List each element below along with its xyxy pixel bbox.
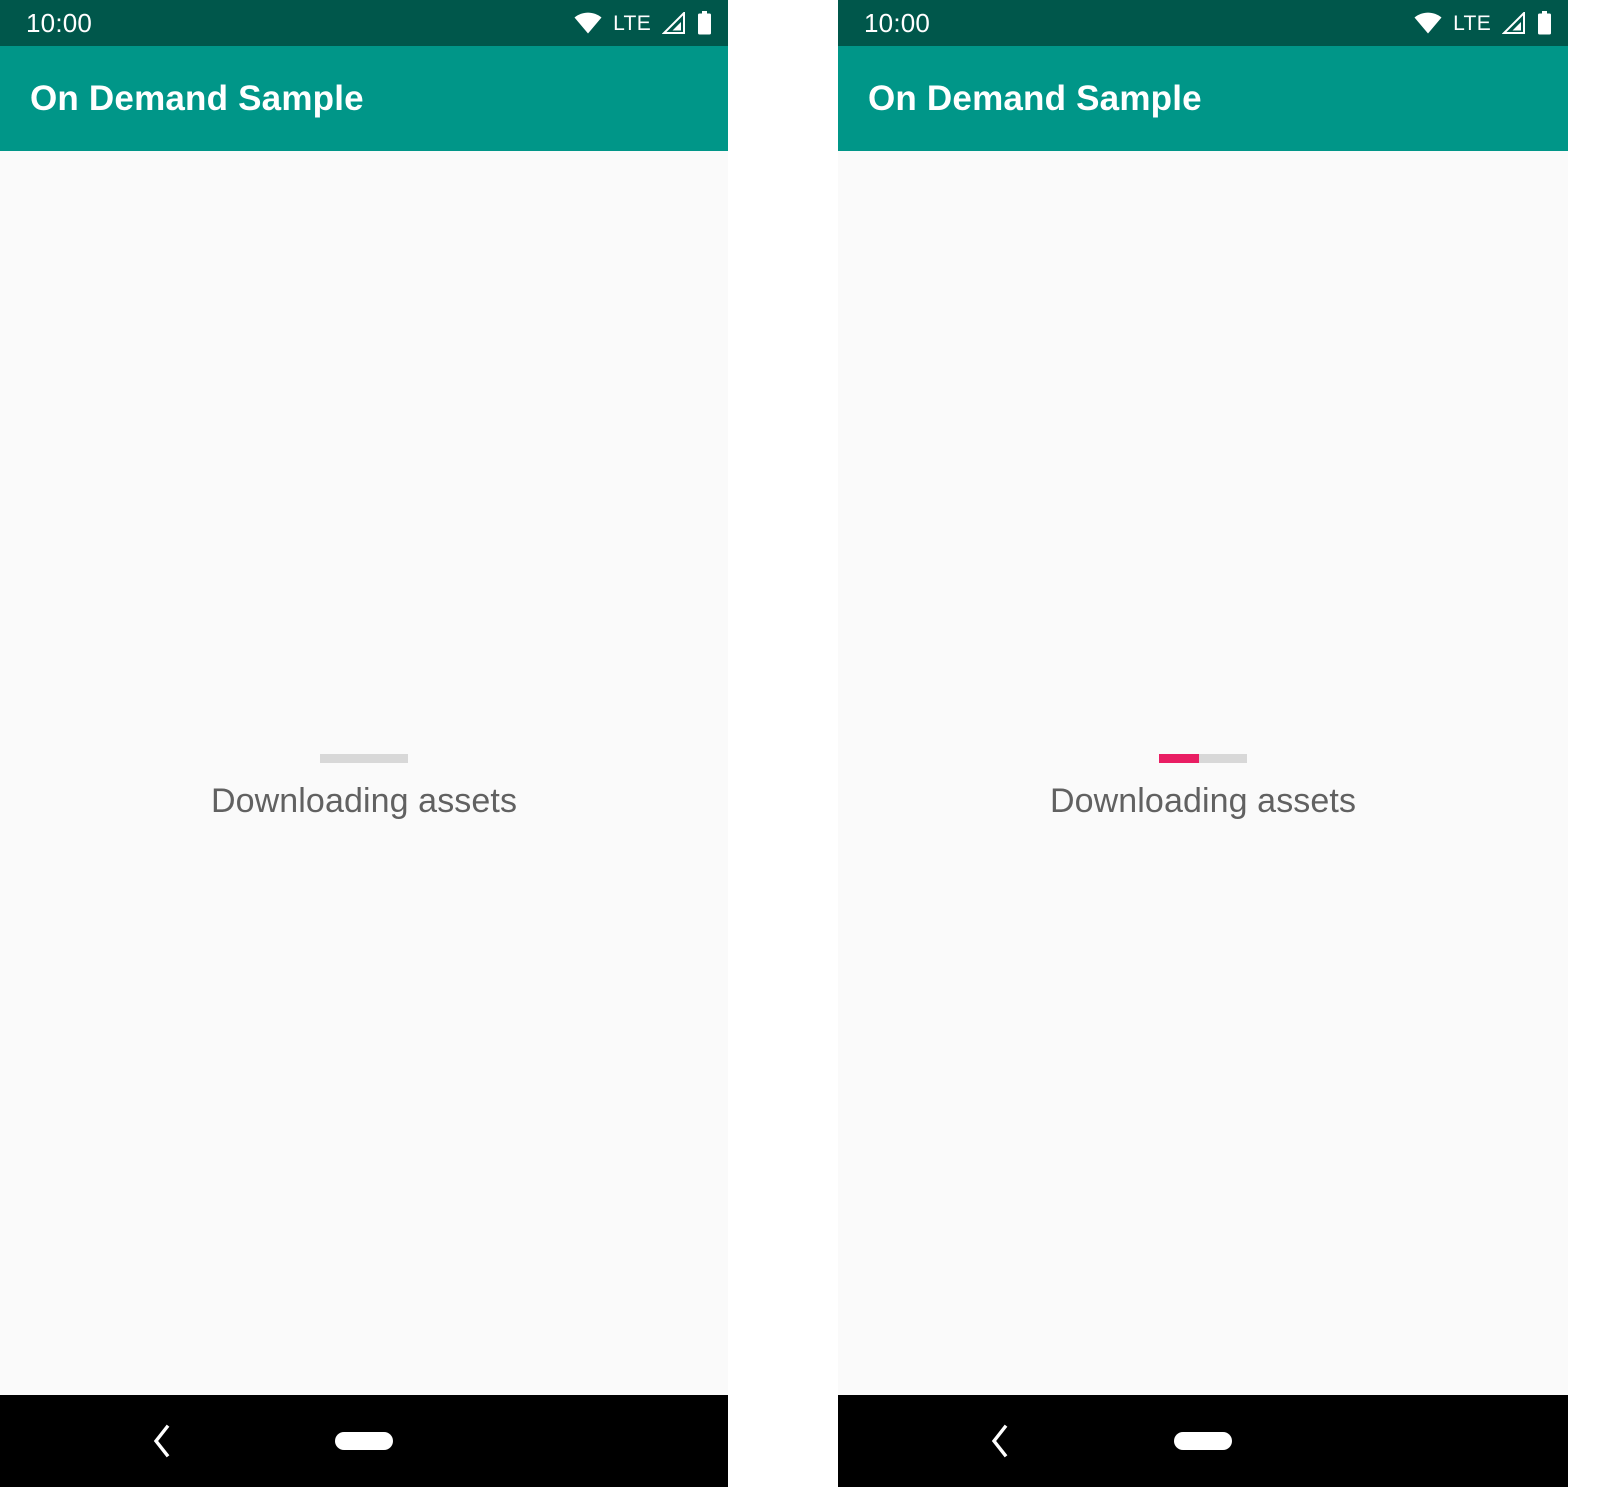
- system-nav-bar: [838, 1395, 1568, 1487]
- status-bar: 10:00 LTE: [0, 0, 728, 46]
- nav-back-icon[interactable]: [145, 1424, 179, 1458]
- network-type-label: LTE: [1453, 11, 1491, 35]
- status-clock: 10:00: [864, 8, 931, 38]
- download-status-group: Downloading assets: [838, 754, 1568, 821]
- download-progress-bar: [1159, 754, 1247, 763]
- status-icons: LTE: [1414, 11, 1552, 35]
- app-bar: On Demand Sample: [0, 46, 728, 151]
- download-progress-bar: [320, 754, 408, 763]
- screenshot-pair: 10:00 LTE On Demand Sample Downloading a…: [0, 0, 1600, 1487]
- app-title: On Demand Sample: [30, 78, 364, 118]
- download-progress-fill: [1159, 754, 1199, 763]
- download-status-label: Downloading assets: [1049, 782, 1357, 820]
- cellular-signal-icon: [662, 12, 686, 34]
- system-nav-bar: [0, 1395, 728, 1487]
- download-status-label: Downloading assets: [210, 782, 518, 820]
- app-title: On Demand Sample: [868, 78, 1202, 118]
- phone-screen-left: 10:00 LTE On Demand Sample Downloading a…: [0, 0, 728, 1487]
- screenshot-gutter: [728, 0, 838, 1487]
- wifi-icon: [574, 12, 602, 34]
- nav-home-pill[interactable]: [335, 1432, 393, 1450]
- phone-screen-right: 10:00 LTE On Demand Sample Downloading a…: [838, 0, 1568, 1487]
- app-bar: On Demand Sample: [838, 46, 1568, 151]
- content-area: Downloading assets: [838, 151, 1568, 1395]
- status-icons: LTE: [574, 11, 712, 35]
- nav-home-pill[interactable]: [1174, 1432, 1232, 1450]
- download-status-group: Downloading assets: [0, 754, 728, 821]
- status-bar: 10:00 LTE: [838, 0, 1568, 46]
- battery-icon: [697, 11, 712, 35]
- cellular-signal-icon: [1502, 12, 1526, 34]
- content-area: Downloading assets: [0, 151, 728, 1395]
- wifi-icon: [1414, 12, 1442, 34]
- nav-back-icon[interactable]: [983, 1424, 1017, 1458]
- network-type-label: LTE: [613, 11, 651, 35]
- battery-icon: [1537, 11, 1552, 35]
- status-clock: 10:00: [26, 8, 93, 38]
